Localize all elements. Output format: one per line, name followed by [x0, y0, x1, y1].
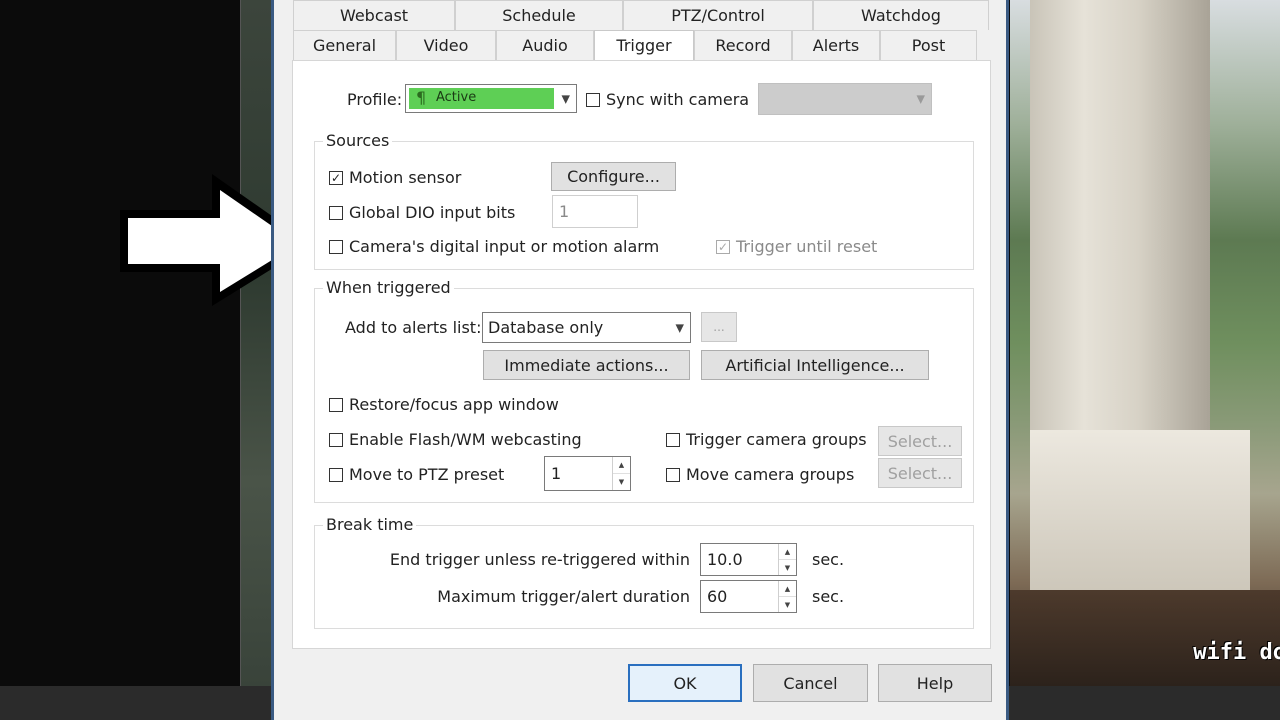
profile-value: Active — [436, 90, 477, 105]
configure-button[interactable]: Configure... — [551, 162, 676, 191]
checkbox-box — [329, 239, 343, 254]
checkbox-box — [329, 432, 343, 447]
global-dio-input[interactable]: 1 — [552, 195, 638, 228]
sync-camera-label: Sync with camera — [606, 90, 750, 109]
trigger-camera-groups-label: Trigger camera groups — [686, 430, 867, 449]
brick-base — [1010, 590, 1280, 686]
tab-trigger[interactable]: Trigger — [594, 30, 694, 60]
tab-watchdog[interactable]: Watchdog — [813, 0, 989, 30]
profile-select[interactable]: ¶ Active ▼ — [405, 84, 577, 113]
flash-webcasting-label: Enable Flash/WM webcasting — [349, 430, 582, 449]
spin-up-icon[interactable]: ▲ — [613, 457, 630, 474]
camera-feed-left — [240, 0, 272, 686]
tab-schedule[interactable]: Schedule — [455, 0, 623, 30]
checkbox-box — [329, 205, 343, 220]
tabs-row-top: Webcast Schedule PTZ/Control Watchdog — [293, 0, 989, 30]
sync-camera-checkbox[interactable]: Sync with camera — [586, 90, 749, 109]
tab-video[interactable]: Video — [396, 30, 496, 60]
trigger-panel: Profile: ¶ Active ▼ Sync with camera ▼ S… — [292, 60, 991, 649]
help-button[interactable]: Help — [878, 664, 992, 702]
camera-digital-input-checkbox[interactable]: Camera's digital input or motion alarm — [329, 237, 659, 256]
background-left — [0, 0, 240, 686]
global-dio-checkbox[interactable]: Global DIO input bits — [329, 203, 515, 222]
checkbox-box — [329, 397, 343, 412]
spinner: ▲ ▼ — [778, 581, 796, 612]
restore-focus-label: Restore/focus app window — [349, 395, 559, 414]
max-duration-value: 60 — [707, 587, 728, 606]
spinner: ▲ ▼ — [612, 457, 630, 490]
tab-webcast[interactable]: Webcast — [293, 0, 455, 30]
tab-ptz-control[interactable]: PTZ/Control — [623, 0, 813, 30]
spin-up-icon[interactable]: ▲ — [779, 581, 796, 597]
camera-overlay-text: wifi do — [1193, 640, 1280, 665]
tab-post[interactable]: Post — [880, 30, 977, 60]
alerts-list-value: Database only — [488, 318, 604, 337]
tab-audio[interactable]: Audio — [496, 30, 594, 60]
ptz-preset-label: Move to PTZ preset — [349, 465, 505, 484]
spin-down-icon[interactable]: ▼ — [779, 560, 796, 575]
cancel-button[interactable]: Cancel — [753, 664, 868, 702]
camera-feed-right: wifi do — [1010, 0, 1280, 686]
ptz-preset-stepper[interactable]: 1 ▲ ▼ — [544, 456, 631, 491]
profile-label: Profile: — [347, 90, 403, 109]
max-duration-label: Maximum trigger/alert duration — [437, 587, 690, 606]
break-time-title: Break time — [323, 515, 417, 534]
end-trigger-label: End trigger unless re-triggered within — [389, 550, 690, 569]
profile-icon: ¶ — [416, 88, 427, 107]
chevron-down-icon: ▼ — [561, 92, 570, 105]
move-camera-groups-checkbox[interactable]: Move camera groups — [666, 465, 854, 484]
checkbox-box — [666, 467, 680, 482]
profile-color-swatch — [409, 88, 554, 109]
flash-webcasting-checkbox[interactable]: Enable Flash/WM webcasting — [329, 430, 582, 449]
spin-down-icon[interactable]: ▼ — [613, 474, 630, 490]
camera-digital-input-label: Camera's digital input or motion alarm — [349, 237, 660, 256]
sync-camera-select[interactable]: ▼ — [758, 83, 932, 115]
break-time-group: Break time — [314, 515, 974, 629]
sources-title: Sources — [323, 131, 393, 150]
checkbox-box — [666, 432, 680, 447]
global-dio-label: Global DIO input bits — [349, 203, 516, 222]
tab-record[interactable]: Record — [694, 30, 792, 60]
spin-down-icon[interactable]: ▼ — [779, 597, 796, 612]
trigger-until-reset-label: Trigger until reset — [736, 237, 878, 256]
chevron-down-icon: ▼ — [675, 321, 684, 334]
when-triggered-title: When triggered — [323, 278, 454, 297]
move-groups-select-button[interactable]: Select... — [878, 458, 962, 488]
restore-focus-checkbox[interactable]: Restore/focus app window — [329, 395, 559, 414]
ptz-preset-value: 1 — [551, 464, 562, 483]
pillar-base — [1030, 430, 1250, 590]
trigger-camera-groups-checkbox[interactable]: Trigger camera groups — [666, 430, 867, 449]
end-trigger-value: 10.0 — [707, 550, 743, 569]
chevron-down-icon: ▼ — [916, 92, 925, 106]
checkbox-box: ✓ — [716, 239, 730, 254]
move-camera-groups-label: Move camera groups — [686, 465, 855, 484]
spinner: ▲ ▼ — [778, 544, 796, 575]
trigger-until-reset-checkbox[interactable]: ✓ Trigger until reset — [716, 237, 877, 256]
checkbox-box — [329, 467, 343, 482]
motion-sensor-checkbox[interactable]: ✓ Motion sensor — [329, 168, 461, 187]
tab-general[interactable]: General — [293, 30, 396, 60]
motion-sensor-label: Motion sensor — [349, 168, 462, 187]
ptz-preset-checkbox[interactable]: Move to PTZ preset — [329, 465, 504, 484]
checkbox-box — [586, 92, 600, 107]
tabs-row-bottom: General Video Audio Trigger Record Alert… — [293, 30, 977, 60]
max-duration-unit: sec. — [812, 587, 845, 606]
checkbox-box: ✓ — [329, 170, 343, 185]
immediate-actions-button[interactable]: Immediate actions... — [483, 350, 690, 380]
ok-button[interactable]: OK — [628, 664, 742, 702]
tab-alerts[interactable]: Alerts — [792, 30, 880, 60]
alerts-more-button[interactable]: ... — [701, 312, 737, 342]
end-trigger-unit: sec. — [812, 550, 845, 569]
trigger-groups-select-button[interactable]: Select... — [878, 426, 962, 456]
camera-settings-dialog: Webcast Schedule PTZ/Control Watchdog Ge… — [271, 0, 1009, 720]
alerts-list-select[interactable]: Database only ▼ — [482, 312, 691, 343]
max-duration-stepper[interactable]: 60 ▲ ▼ — [700, 580, 797, 613]
artificial-intelligence-button[interactable]: Artificial Intelligence... — [701, 350, 929, 380]
spin-up-icon[interactable]: ▲ — [779, 544, 796, 560]
end-trigger-stepper[interactable]: 10.0 ▲ ▼ — [700, 543, 797, 576]
alerts-list-label: Add to alerts list: — [345, 318, 482, 337]
